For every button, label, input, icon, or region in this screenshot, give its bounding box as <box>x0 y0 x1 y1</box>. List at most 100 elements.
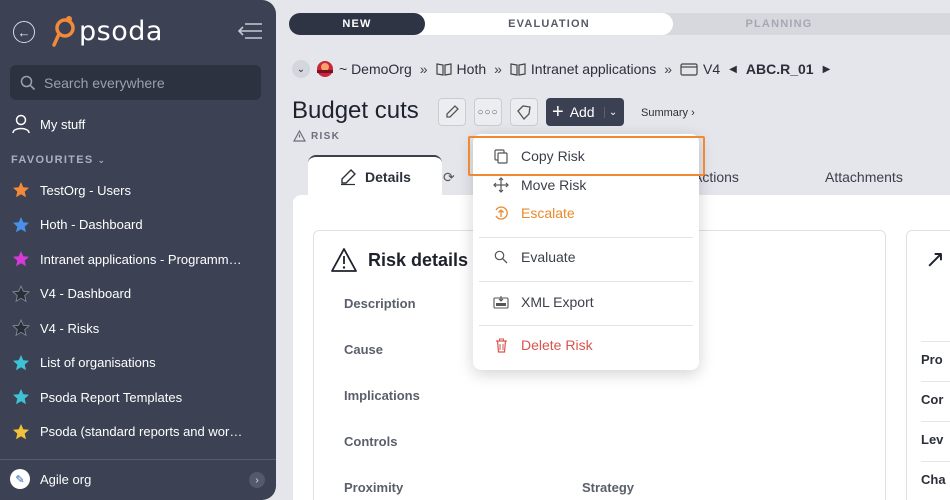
favourite-item[interactable]: Hoth - Dashboard <box>12 215 262 235</box>
logo-text: psoda <box>79 15 163 47</box>
field-cause: Cause <box>344 342 384 357</box>
warning-icon <box>293 130 306 142</box>
chevron-down-icon: ⌄ <box>97 154 107 165</box>
breadcrumb-org[interactable]: ~ DemoOrg <box>339 61 412 77</box>
field-implications: Implications <box>344 388 420 403</box>
favourites-heading[interactable]: FAVOURITES ⌄ <box>11 154 106 166</box>
arrow-up-right-icon: ↗ <box>925 246 946 273</box>
sidebar: ← psoda My stuff FAVOURITES ⌄ <box>0 0 276 500</box>
star-icon <box>13 182 29 198</box>
psoda-logo-icon <box>52 16 75 47</box>
follow-button[interactable] <box>510 98 538 126</box>
book-icon <box>510 62 526 76</box>
field-strategy: Strategy <box>582 480 635 495</box>
menu-item-delete-risk[interactable]: Delete Risk <box>493 335 593 355</box>
trash-icon <box>493 338 509 353</box>
side-card-row: Cha <box>921 461 950 487</box>
menu-item-escalate[interactable]: Escalate <box>493 203 575 223</box>
org-switcher[interactable]: ✎ Agile org <box>10 469 91 489</box>
add-button[interactable]: + Add ⌄ <box>546 98 624 126</box>
star-icon <box>13 354 29 370</box>
sidebar-divider <box>0 459 276 460</box>
lifecycle-steps: PLANNING EVALUATION NEW <box>289 13 950 35</box>
star-icon <box>13 423 29 439</box>
star-icon <box>13 389 29 405</box>
tab-details[interactable]: Details <box>308 155 442 197</box>
menu-item-copy-risk[interactable]: Copy Risk <box>493 146 585 166</box>
breadcrumb-separator: » <box>419 61 428 77</box>
tab-attachments[interactable]: Attachments <box>825 169 903 185</box>
more-options-button[interactable]: ○○○ <box>474 98 502 126</box>
breadcrumb: ⌄ ~ DemoOrg » Hoth » Intranet applicatio… <box>292 58 839 80</box>
favourite-item[interactable]: V4 - Dashboard <box>12 284 262 304</box>
breadcrumb-separator: » <box>664 61 673 77</box>
history-icon[interactable]: ⟳ <box>443 169 455 186</box>
org-avatar-icon <box>316 60 334 78</box>
step-planning[interactable]: PLANNING <box>655 13 885 35</box>
menu-item-evaluate[interactable]: Evaluate <box>493 247 575 267</box>
breadcrumb-item-v4[interactable]: V4 <box>703 61 720 77</box>
favourite-label: V4 - Dashboard <box>40 286 132 301</box>
summary-link[interactable]: Summary › <box>641 107 695 119</box>
back-icon[interactable]: ← <box>13 21 35 43</box>
star-icon <box>13 251 29 267</box>
pencil-icon <box>446 105 459 118</box>
favourite-item[interactable]: List of organisations <box>12 353 262 373</box>
search-box[interactable] <box>10 65 261 100</box>
favourite-item[interactable]: TestOrg - Users <box>12 180 262 200</box>
chevron-down-icon[interactable]: ⌄ <box>292 60 310 78</box>
menu-item-move-risk[interactable]: Move Risk <box>493 175 586 195</box>
collapse-sidebar-icon[interactable] <box>237 22 263 40</box>
menu-item-xml-export[interactable]: XML Export <box>493 292 594 312</box>
edit-button[interactable] <box>438 98 466 126</box>
user-icon <box>12 114 30 134</box>
field-description: Description <box>344 296 416 311</box>
tag-icon <box>517 105 531 120</box>
my-stuff-link[interactable]: My stuff <box>12 114 85 134</box>
breadcrumb-current: ABC.R_01 <box>745 61 814 77</box>
add-label: Add <box>569 104 595 120</box>
item-type-label: RISK <box>293 130 340 142</box>
xml-file-icon <box>493 295 509 309</box>
favourite-label: Psoda Report Templates <box>40 389 183 405</box>
warning-icon <box>331 248 357 272</box>
search-input[interactable] <box>44 74 244 91</box>
favourite-item[interactable]: Psoda (standard reports and work... <box>12 422 262 442</box>
step-evaluation[interactable]: EVALUATION <box>409 13 673 35</box>
org-label: Agile org <box>40 471 92 487</box>
previous-icon[interactable]: ◀ <box>729 64 737 75</box>
favourite-label: Psoda (standard reports and work... <box>40 424 245 439</box>
breadcrumb-item-hoth[interactable]: Hoth <box>457 61 487 77</box>
favourite-item[interactable]: Psoda Report Templates <box>12 387 262 407</box>
step-new[interactable]: NEW <box>289 13 425 35</box>
add-dropdown-menu: Copy Risk Move Risk Escalate Evaluate XM… <box>473 134 699 370</box>
side-card-row: Cor <box>921 381 950 407</box>
star-icon <box>13 216 29 232</box>
favourite-item[interactable]: Intranet applications - Programme... <box>12 249 262 269</box>
pencil-icon <box>341 169 357 186</box>
move-icon <box>493 177 509 193</box>
side-card: ↗ Pro Cor Lev Cha <box>906 230 950 500</box>
favourite-label: List of organisations <box>40 355 156 370</box>
field-proximity: Proximity <box>344 480 404 495</box>
plus-icon: + <box>552 101 564 123</box>
menu-separator <box>479 281 693 282</box>
chevron-down-icon: ⌄ <box>603 106 618 118</box>
side-card-row: Pro <box>921 341 950 367</box>
folder-icon <box>680 62 698 76</box>
psoda-logo[interactable]: psoda <box>50 14 163 48</box>
card-title: Risk details <box>330 247 468 273</box>
next-icon[interactable]: ▶ <box>823 64 831 75</box>
favourite-label: Hoth - Dashboard <box>40 217 143 232</box>
book-icon <box>435 62 452 76</box>
favourite-label: V4 - Risks <box>40 320 100 336</box>
favourite-item[interactable]: V4 - Risks <box>12 318 262 338</box>
favourite-label: TestOrg - Users <box>40 182 132 198</box>
star-icon <box>12 284 30 302</box>
my-stuff-label: My stuff <box>40 116 86 132</box>
chevron-right-icon[interactable]: › <box>249 472 265 488</box>
page-title: Budget cuts <box>292 97 419 124</box>
breadcrumb-item-intranet[interactable]: Intranet applications <box>531 61 656 77</box>
menu-separator <box>479 325 693 326</box>
tab-actions[interactable]: Actions <box>693 169 739 185</box>
